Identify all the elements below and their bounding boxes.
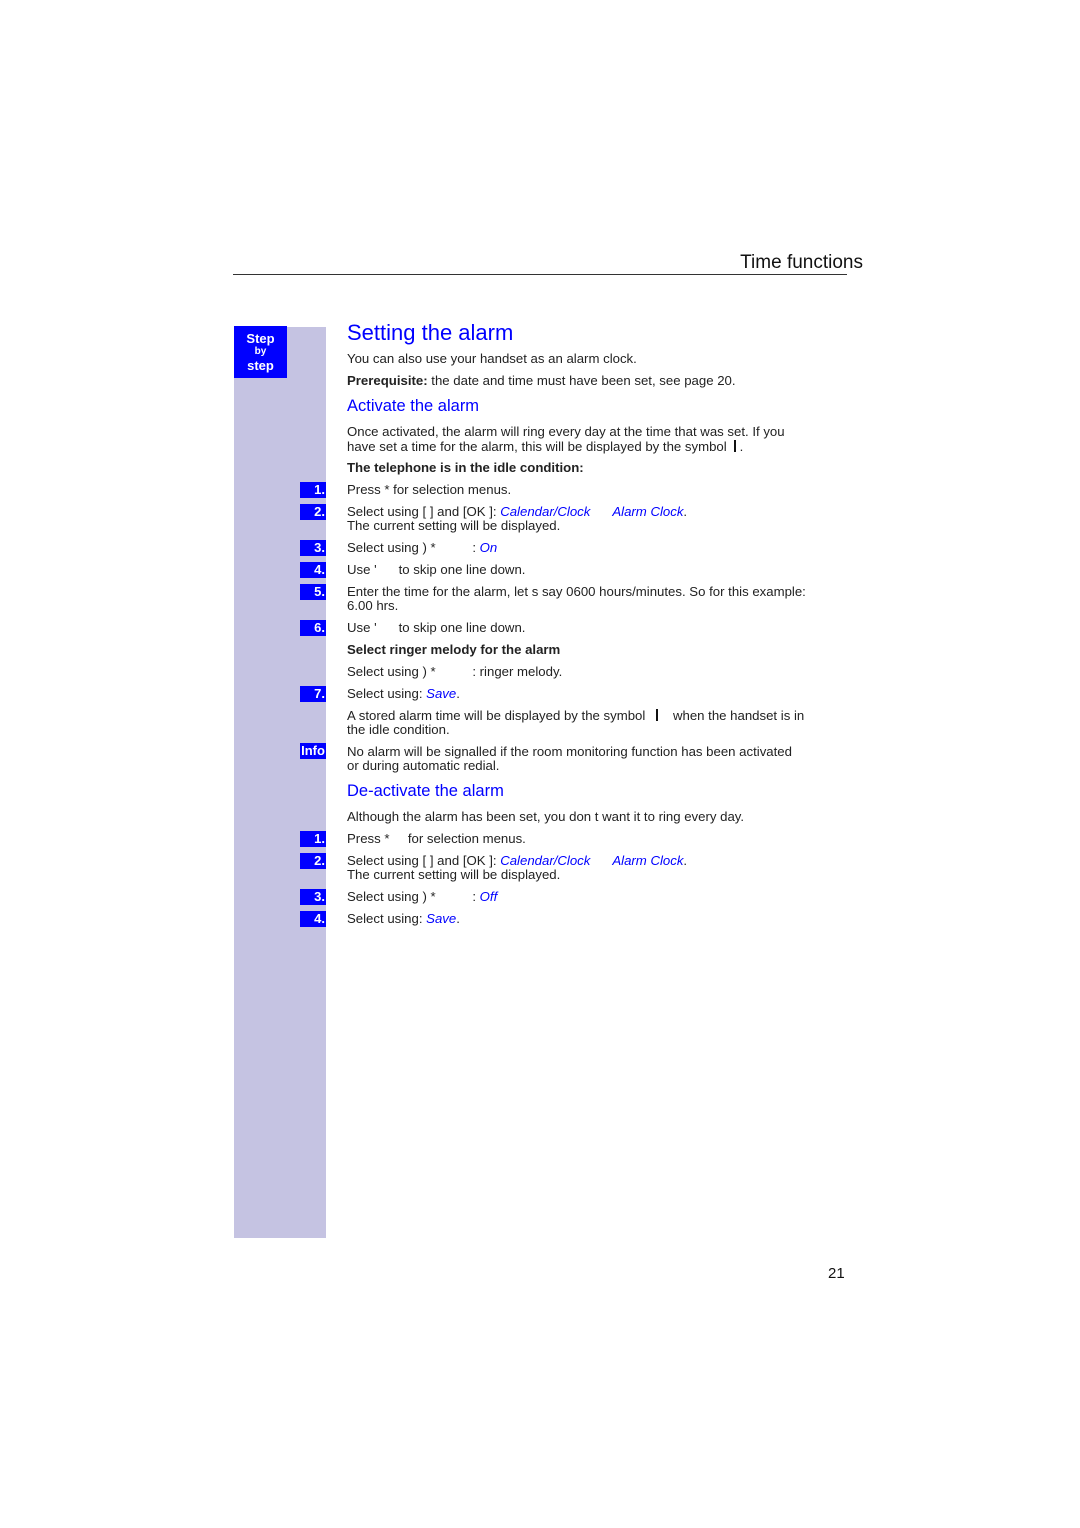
- step-post: .: [683, 504, 688, 519]
- step-text: Press * for selection menus.: [347, 482, 512, 497]
- step-pre: Select using:: [347, 911, 427, 926]
- step-text: Select using [ ] and [OK ]: Calendar/Clo…: [347, 504, 687, 519]
- prerequisite-label: Prerequisite:: [347, 373, 428, 388]
- info-text-2: or during automatic redial.: [347, 758, 500, 773]
- value-on: On: [479, 540, 498, 555]
- step-text-line2: The current setting will be displayed.: [347, 518, 561, 533]
- step-pre: Select using ) * :: [347, 889, 480, 904]
- value-save: Save: [426, 686, 457, 701]
- step-number: 5.: [300, 584, 326, 600]
- page-number: 21: [828, 1265, 845, 1282]
- step-number: 4.: [300, 562, 326, 578]
- step-text: Select using [ ] and [OK ]: Calendar/Clo…: [347, 853, 687, 868]
- step-text: Select using ) * : On: [347, 540, 497, 555]
- step-pre: Select using [ ] and [OK ]:: [347, 853, 501, 868]
- step-number: 3.: [300, 889, 326, 905]
- badge-line-1: Step: [246, 331, 275, 346]
- menu-calendar-clock: Calendar/Clock: [500, 853, 591, 868]
- step-number: 6.: [300, 620, 326, 636]
- step-text: Select using: Save.: [347, 686, 460, 701]
- step-text: Enter the time for the alarm, let s say …: [347, 584, 806, 599]
- step-post: .: [456, 686, 460, 701]
- step-number: 2.: [300, 853, 326, 869]
- step-text: Press * for selection menus.: [347, 831, 526, 846]
- activate-desc-1: Once activated, the alarm will ring ever…: [347, 424, 785, 439]
- activate-desc-2: have set a time for the alarm, this will…: [347, 439, 743, 454]
- step-number: 4.: [300, 911, 326, 927]
- step-number: 7.: [300, 686, 326, 702]
- section-title: Time functions: [740, 252, 863, 273]
- desc-end: .: [736, 439, 744, 454]
- melody-text: Select using ) * : ringer melody.: [347, 664, 563, 679]
- value-save: Save: [426, 911, 457, 926]
- step-text: Use ' to skip one line down.: [347, 620, 526, 635]
- step-sidebar: [234, 327, 326, 1238]
- menu-calendar-clock: Calendar/Clock: [500, 504, 591, 519]
- step-number: 1.: [300, 482, 326, 498]
- stored-text-a: A stored alarm time will be displayed by…: [347, 708, 646, 723]
- step-by-step-badge: Step by step: [234, 326, 287, 378]
- step-pre: Select using ) * :: [347, 540, 480, 555]
- prerequisite: Prerequisite: the date and time must hav…: [347, 373, 736, 388]
- step-text-line2: 6.00 hrs.: [347, 598, 399, 613]
- step-number: 2.: [300, 504, 326, 520]
- menu-alarm-clock: Alarm Clock: [612, 504, 684, 519]
- badge-line-2: by: [254, 346, 267, 357]
- info-text-1: No alarm will be signalled if the room m…: [347, 744, 792, 759]
- value-off: Off: [479, 889, 498, 904]
- page-title: Setting the alarm: [347, 320, 514, 345]
- menu-alarm-clock: Alarm Clock: [612, 853, 684, 868]
- intro-text: You can also use your handset as an alar…: [347, 351, 637, 366]
- header-divider: [233, 274, 847, 275]
- stored-text-b: when the handset is in: [672, 708, 805, 723]
- step-post: .: [683, 853, 688, 868]
- stored-alarm-text: A stored alarm time will be displayed by…: [347, 708, 804, 723]
- idle-condition-heading: The telephone is in the idle condition:: [347, 460, 584, 475]
- melody-heading: Select ringer melody for the alarm: [347, 642, 561, 657]
- alarm-symbol-icon: [656, 709, 659, 721]
- info-badge: Info: [300, 743, 326, 759]
- deactivate-heading: De-activate the alarm: [347, 782, 504, 800]
- step-text-line2: The current setting will be displayed.: [347, 867, 561, 882]
- desc-text: have set a time for the alarm, this will…: [347, 439, 727, 454]
- step-text: Select using ) * : Off: [347, 889, 497, 904]
- step-text: Select using: Save.: [347, 911, 460, 926]
- step-number: 1.: [300, 831, 326, 847]
- badge-line-3: step: [247, 358, 274, 373]
- step-pre: Select using:: [347, 686, 427, 701]
- stored-alarm-text-2: the idle condition.: [347, 722, 450, 737]
- step-text: Use ' to skip one line down.: [347, 562, 526, 577]
- step-post: .: [456, 911, 460, 926]
- step-number: 3.: [300, 540, 326, 556]
- prerequisite-text: the date and time must have been set, se…: [427, 373, 736, 388]
- step-pre: Select using [ ] and [OK ]:: [347, 504, 501, 519]
- activate-heading: Activate the alarm: [347, 397, 480, 415]
- deactivate-desc: Although the alarm has been set, you don…: [347, 809, 745, 824]
